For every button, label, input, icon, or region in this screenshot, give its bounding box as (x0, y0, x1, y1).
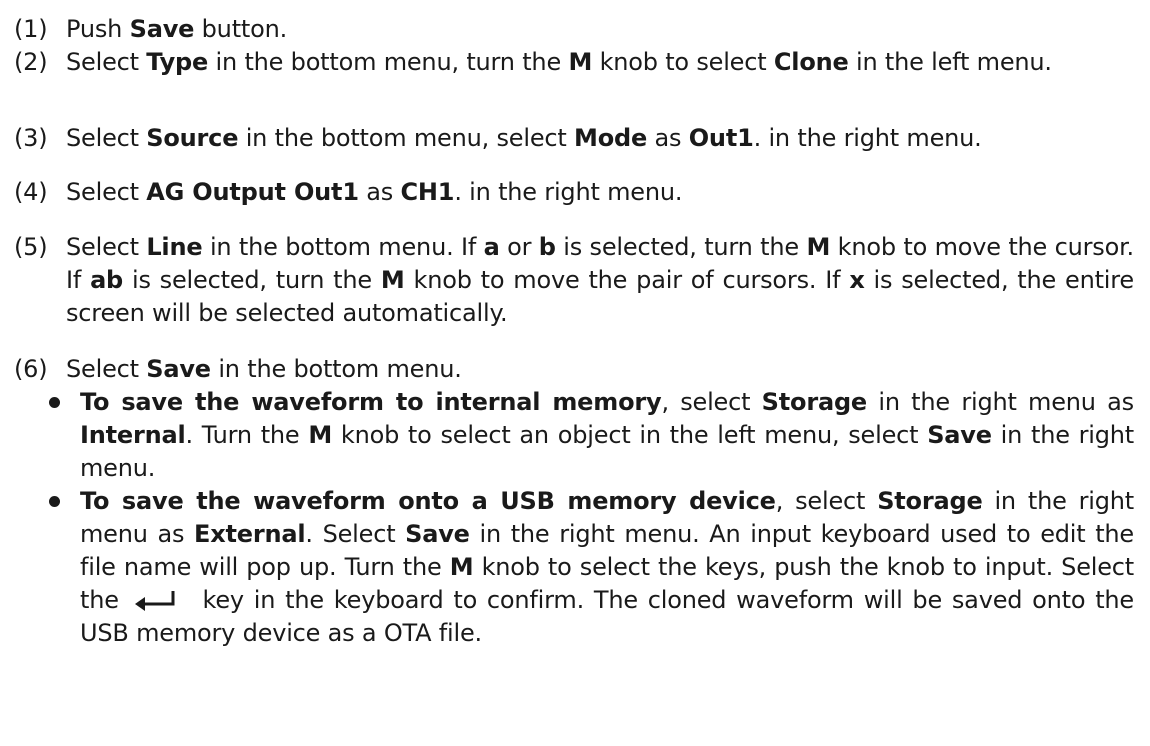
text-segment: Select (66, 178, 147, 206)
step-1: (1) Push Save button. (14, 13, 1134, 46)
bold-term: Save (146, 355, 211, 383)
bold-term: Save (927, 421, 992, 449)
text-segment: . in the right menu. (454, 178, 683, 206)
text-segment: , select (661, 388, 762, 416)
step-text: Select Type in the bottom menu, turn the… (66, 46, 1134, 79)
enter-key-icon (129, 587, 193, 611)
bold-term: a (483, 233, 500, 261)
step-text: Select Save in the bottom menu. (66, 353, 1134, 386)
step-number: (5) (14, 233, 48, 261)
bold-term: External (194, 520, 306, 548)
text-segment: . Select (305, 520, 406, 548)
text-segment: is selected, turn the (555, 233, 807, 261)
bold-term: M (380, 266, 405, 294)
bold-term: ab (90, 266, 124, 294)
text-segment: . in the right menu. (753, 124, 982, 152)
bold-term: x (849, 266, 865, 294)
bold-term: Out1 (688, 124, 754, 152)
step-2: (2) Select Type in the bottom menu, turn… (14, 46, 1134, 79)
bold-term: Mode (574, 124, 648, 152)
bold-term: Save (405, 520, 470, 548)
step-number: (4) (14, 178, 48, 206)
bold-term: M (806, 233, 831, 261)
bold-term: Source (146, 124, 239, 152)
text-segment: as (647, 124, 689, 152)
bold-term: M (449, 553, 474, 581)
step-text: Select AG Output Out1 as CH1. in the rig… (66, 176, 1134, 209)
bold-term: Internal (80, 421, 186, 449)
bullet-list: To save the waveform to internal memory,… (49, 386, 1134, 650)
bold-term: Storage (877, 487, 983, 515)
bullet-usb-memory: To save the waveform onto a USB memory d… (49, 485, 1134, 650)
text-segment: knob to move the pair of cursors. If (404, 266, 850, 294)
text-segment: Select (66, 233, 147, 261)
text-segment: in the bottom menu, select (238, 124, 575, 152)
bullet-dot-icon (49, 397, 60, 408)
step-5: (5) Select Line in the bottom menu. If a… (14, 231, 1134, 330)
step-text: Push Save button. (66, 13, 1134, 46)
text-segment: Select (66, 48, 147, 76)
step-number: (6) (14, 355, 48, 383)
text-segment: knob to select (592, 48, 774, 76)
text-segment: in the bottom menu. If (202, 233, 484, 261)
step-number: (3) (14, 124, 48, 152)
step-text: Select Source in the bottom menu, select… (66, 122, 1134, 155)
bold-term: To save the waveform onto a USB memory d… (80, 487, 776, 515)
step-6: (6) Select Save in the bottom menu. To s… (14, 353, 1134, 650)
text-segment: in the left menu. (848, 48, 1052, 76)
step-number: (2) (14, 48, 48, 76)
text-segment: in the bottom menu, turn the (208, 48, 569, 76)
text-segment: or (499, 233, 539, 261)
text-segment: key in the keyboard to confirm. The clon… (80, 586, 1134, 647)
text-segment: as (358, 178, 401, 206)
step-3: (3) Select Source in the bottom menu, se… (14, 122, 1134, 155)
text-segment: Select (66, 124, 147, 152)
bold-term: AG Output Out1 (146, 178, 359, 206)
step-4: (4) Select AG Output Out1 as CH1. in the… (14, 176, 1134, 209)
step-text: Select Line in the bottom menu. If a or … (66, 231, 1134, 330)
bold-term: b (538, 233, 556, 261)
bold-term: To save the waveform to internal memory (80, 388, 662, 416)
text-segment: button. (194, 15, 288, 43)
text-segment: Select (66, 355, 147, 383)
bullet-internal-memory: To save the waveform to internal memory,… (49, 386, 1134, 485)
text-segment: in the bottom menu. (210, 355, 462, 383)
text-segment: . Turn the (185, 421, 309, 449)
bold-term: Line (146, 233, 203, 261)
bold-term: M (308, 421, 333, 449)
bold-term: Clone (773, 48, 849, 76)
bold-term: CH1 (400, 178, 455, 206)
bold-term: Save (129, 15, 195, 43)
bullet-dot-icon (49, 496, 60, 507)
bold-term: M (568, 48, 593, 76)
text-segment: in the right menu as (867, 388, 1134, 416)
text-segment: knob to select an object in the left men… (332, 421, 928, 449)
bold-term: Storage (761, 388, 868, 416)
text-segment: is selected, turn the (123, 266, 381, 294)
bold-term: Type (146, 48, 209, 76)
text-segment: Push (66, 15, 130, 43)
step-number: (1) (14, 15, 48, 43)
text-segment: , select (775, 487, 878, 515)
